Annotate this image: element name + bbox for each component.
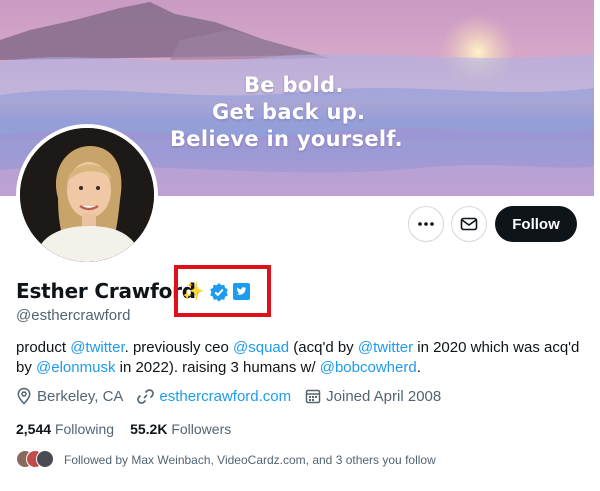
more-options-button[interactable] — [408, 206, 444, 242]
bio-text: in 2022). raising 3 humans w/ — [115, 359, 320, 376]
website-item: esthercrawford.com — [137, 388, 291, 405]
avatar-portrait — [20, 128, 154, 262]
banner-quote-line: Believe in yourself. — [170, 127, 403, 151]
mention-link[interactable]: @bobcowherd — [320, 359, 417, 376]
profile-meta: Berkeley, CA esthercrawford.com Joined A… — [16, 387, 455, 405]
bio-text: product — [16, 339, 71, 356]
display-name: Esther Crawford — [16, 279, 196, 303]
following-link[interactable]: 2,544 Following — [16, 421, 114, 437]
location-text: Berkeley, CA — [37, 387, 124, 405]
banner-quote-line: Be bold. — [244, 73, 344, 97]
following-label: Following — [54, 421, 115, 437]
profile-name-row: Esther Crawford — [16, 279, 196, 303]
follow-button[interactable]: Follow — [495, 206, 577, 242]
bio-text: . — [416, 359, 421, 376]
message-button[interactable] — [451, 206, 487, 242]
followers-you-know-avatars — [16, 450, 56, 470]
mention-link[interactable]: @twitter — [70, 339, 124, 356]
more-horizontal-icon — [418, 222, 434, 226]
followed-by-row[interactable]: Followed by Max Weinbach, VideoCardz.com… — [16, 450, 436, 470]
follow-stats: 2,544 Following 55.2K Followers — [16, 421, 247, 437]
followers-link[interactable]: 55.2K Followers — [130, 421, 231, 437]
following-count: 2,544 — [16, 421, 52, 437]
profile-handle: @esthercrawford — [16, 307, 131, 324]
envelope-icon — [460, 217, 478, 231]
website-link[interactable]: esthercrawford.com — [159, 388, 291, 405]
joined-text: Joined April 2008 — [326, 387, 442, 405]
calendar-icon — [305, 389, 321, 404]
link-icon — [137, 388, 155, 404]
mention-link[interactable]: @elonmusk — [36, 359, 115, 376]
followers-label: Followers — [171, 421, 232, 437]
mention-link[interactable]: @squad — [233, 339, 289, 356]
bio-text: . previously ceo — [124, 339, 233, 356]
followed-by-text: Followed by Max Weinbach, VideoCardz.com… — [64, 453, 436, 467]
bio-text: (acq'd by — [289, 339, 358, 356]
location-pin-icon — [17, 387, 31, 405]
followers-count: 55.2K — [130, 421, 168, 437]
badge-highlight-box — [174, 265, 271, 317]
banner-quote-line: Get back up. — [212, 100, 366, 124]
joined-item: Joined April 2008 — [305, 388, 441, 405]
location-item: Berkeley, CA — [16, 387, 123, 405]
mention-link[interactable]: @twitter — [358, 339, 413, 356]
mini-avatar — [36, 450, 54, 468]
profile-avatar[interactable] — [16, 124, 158, 266]
profile-bio: product @twitter. previously ceo @squad … — [16, 338, 586, 378]
banner-quote: Be bold. Get back up. Believe in yoursel… — [170, 72, 470, 153]
